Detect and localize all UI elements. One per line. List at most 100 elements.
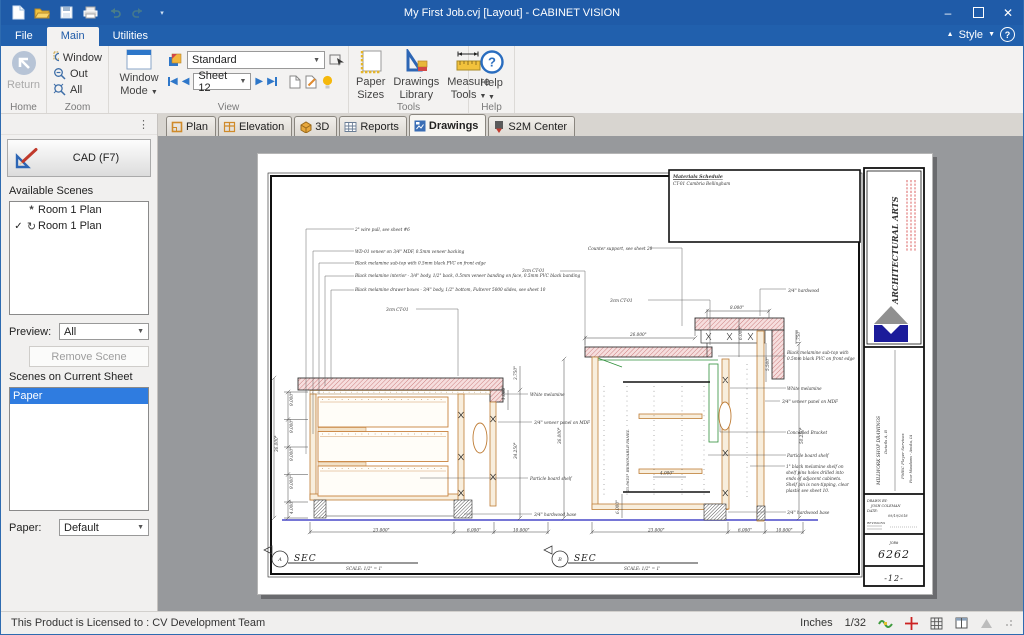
return-button[interactable]: Return	[4, 48, 43, 93]
plan-icon	[171, 121, 183, 133]
drawing-label: White melamine	[530, 392, 565, 397]
last-sheet-button[interactable]: ▶	[267, 77, 277, 87]
drawing-label: Black melamine drawer boxes - 3/4" body,…	[354, 287, 546, 292]
new-sheet-icon[interactable]	[289, 75, 301, 89]
drawing-label: White melamine	[787, 386, 822, 391]
license-text: This Product is Licensed to : CV Develop…	[11, 617, 265, 629]
close-button[interactable]: ✕	[993, 0, 1023, 25]
remove-scene-button[interactable]: Remove Scene	[29, 346, 149, 367]
drawing-label: shelf pins holes drilled into	[786, 470, 844, 475]
units-indicator[interactable]: Inches	[800, 617, 832, 629]
pan-tool-icon[interactable]	[329, 53, 345, 67]
paper-combo[interactable]: Default▼	[59, 519, 149, 536]
resize-grip[interactable]	[1005, 619, 1013, 627]
sheet-scenes-list[interactable]: Paper	[9, 387, 149, 511]
print-icon[interactable]	[81, 4, 99, 22]
drawing-label: A	[277, 557, 282, 563]
first-sheet-button[interactable]: ◀	[168, 77, 178, 87]
new-file-icon[interactable]	[9, 4, 27, 22]
maximize-button[interactable]	[963, 0, 993, 25]
open-file-icon[interactable]	[33, 4, 51, 22]
help-button[interactable]: ? Help▼	[472, 48, 511, 103]
drawing-label: Counter support, see sheet 20	[588, 246, 653, 251]
sheet-combo[interactable]: Sheet 12▼	[193, 73, 251, 90]
zoom-window-button[interactable]: Window	[50, 50, 105, 65]
zoom-out-button[interactable]: Out	[50, 66, 105, 81]
drawing-label: 3/4" veneer panel on MDF	[534, 420, 591, 425]
edit-sheet-icon[interactable]	[305, 75, 318, 89]
help-circle-icon[interactable]: ?	[1000, 27, 1015, 42]
tab-utilities[interactable]: Utilities	[99, 27, 162, 46]
drawings-library-button[interactable]: DrawingsLibrary	[389, 48, 443, 102]
cad-button[interactable]: CAD (F7)	[7, 139, 151, 177]
minimize-button[interactable]: –	[933, 0, 963, 25]
tab-plan[interactable]: Plan	[166, 116, 216, 136]
prev-sheet-button[interactable]: ◀	[182, 77, 190, 87]
drawing-label: DRAWN BY:	[866, 499, 888, 503]
customize-qat-icon[interactable]: ▾	[153, 4, 171, 22]
tab-reports[interactable]: Reports	[339, 116, 407, 136]
drawing-label: 0.5mm black PVC on front edge	[787, 356, 855, 361]
svg-text:?: ?	[488, 55, 496, 70]
tab-3d[interactable]: 3D	[294, 116, 337, 136]
redo-icon[interactable]	[129, 4, 147, 22]
drawing-label: 3/4" hardwood base	[787, 510, 830, 515]
next-sheet-button[interactable]: ▶	[255, 77, 263, 87]
company-logo	[874, 306, 908, 342]
drawing-label: 1.000"	[501, 386, 506, 400]
paper-sheet[interactable]: 2" wire pull, see sheet #6WD-01 veneer o…	[257, 153, 933, 595]
zoom-all-icon	[53, 83, 66, 96]
drawing-label: -12-	[884, 574, 904, 583]
tab-drawings[interactable]: Drawings	[409, 114, 487, 136]
list-item-selected[interactable]: Paper	[10, 388, 148, 404]
collapse-ribbon-icon[interactable]: ▲	[947, 31, 954, 38]
window-controls: – ✕	[933, 0, 1023, 25]
drawing-label: 23.000"	[372, 528, 390, 533]
lightbulb-icon[interactable]	[322, 75, 333, 89]
ribbon-group-help: ? Help▼ Help	[469, 46, 515, 113]
list-item[interactable]: * Room 1 Plan	[10, 202, 148, 218]
drawing-label: 2" wire pull, see sheet #6	[354, 227, 410, 232]
drawing-label: Black melamine sub-top with	[786, 350, 849, 355]
section-a-marker	[264, 546, 418, 567]
tab-file[interactable]: File	[1, 27, 47, 46]
tab-elevation[interactable]: Elevation	[218, 116, 292, 136]
drawing-label: 36.000"	[274, 435, 279, 452]
undo-icon[interactable]	[105, 4, 123, 22]
drawing-canvas[interactable]: 2" wire pull, see sheet #6WD-01 veneer o…	[158, 137, 1023, 611]
zoom-window-icon	[53, 51, 59, 64]
pane-layout-icon[interactable]	[955, 617, 968, 629]
preview-combo[interactable]: All▼	[59, 323, 149, 340]
panel-options-icon[interactable]: ⋮	[1, 114, 157, 135]
crosshair-toggle-icon[interactable]	[905, 617, 918, 630]
style-dropdown-icon[interactable]: ▼	[988, 31, 995, 38]
list-item[interactable]: ✓ ↻ Room 1 Plan	[10, 218, 148, 234]
save-icon[interactable]	[57, 4, 75, 22]
tab-s2m-center[interactable]: S2M Center	[488, 116, 575, 136]
elevation-icon	[223, 121, 236, 133]
drawing-label: B	[557, 557, 562, 563]
paper-sizes-icon	[358, 49, 383, 74]
drawing-label: SEC	[574, 554, 597, 564]
s2m-icon	[493, 120, 505, 133]
drawing-label: 3cm CT-01	[386, 307, 409, 312]
available-scenes-list[interactable]: * Room 1 Plan ✓ ↻ Room 1 Plan	[9, 201, 149, 315]
contact-text-lines	[907, 180, 915, 252]
drawing-label: 23.000"	[647, 528, 665, 533]
grommet-oval	[473, 423, 487, 453]
title-bar: ▾ My First Job.cvj [Layout] - CABINET VI…	[1, 0, 1023, 25]
paper-sizes-button[interactable]: PaperSizes	[352, 48, 389, 102]
tab-main[interactable]: Main	[47, 27, 99, 46]
snap-toggle-icon[interactable]	[878, 617, 893, 629]
drawing-label: SCALE: 1/2" = 1'	[346, 566, 382, 571]
drawing-label: plastic see sheet 10.	[786, 488, 829, 493]
ribbon-group-view: WindowMode ▼ Standard▼ ◀ ◀ Sheet	[109, 46, 349, 113]
document-area: Plan Elevation 3D Reports Drawings	[158, 114, 1023, 611]
grid-toggle-icon[interactable]	[930, 617, 943, 630]
window-mode-button[interactable]: WindowMode ▼	[112, 48, 166, 98]
scale-indicator[interactable]: 1/32	[845, 617, 866, 629]
elevate-icon[interactable]	[980, 618, 993, 629]
zoom-all-button[interactable]: All	[50, 82, 105, 97]
scene-style-combo[interactable]: Standard▼	[187, 51, 325, 69]
style-menu[interactable]: Style	[959, 29, 983, 41]
